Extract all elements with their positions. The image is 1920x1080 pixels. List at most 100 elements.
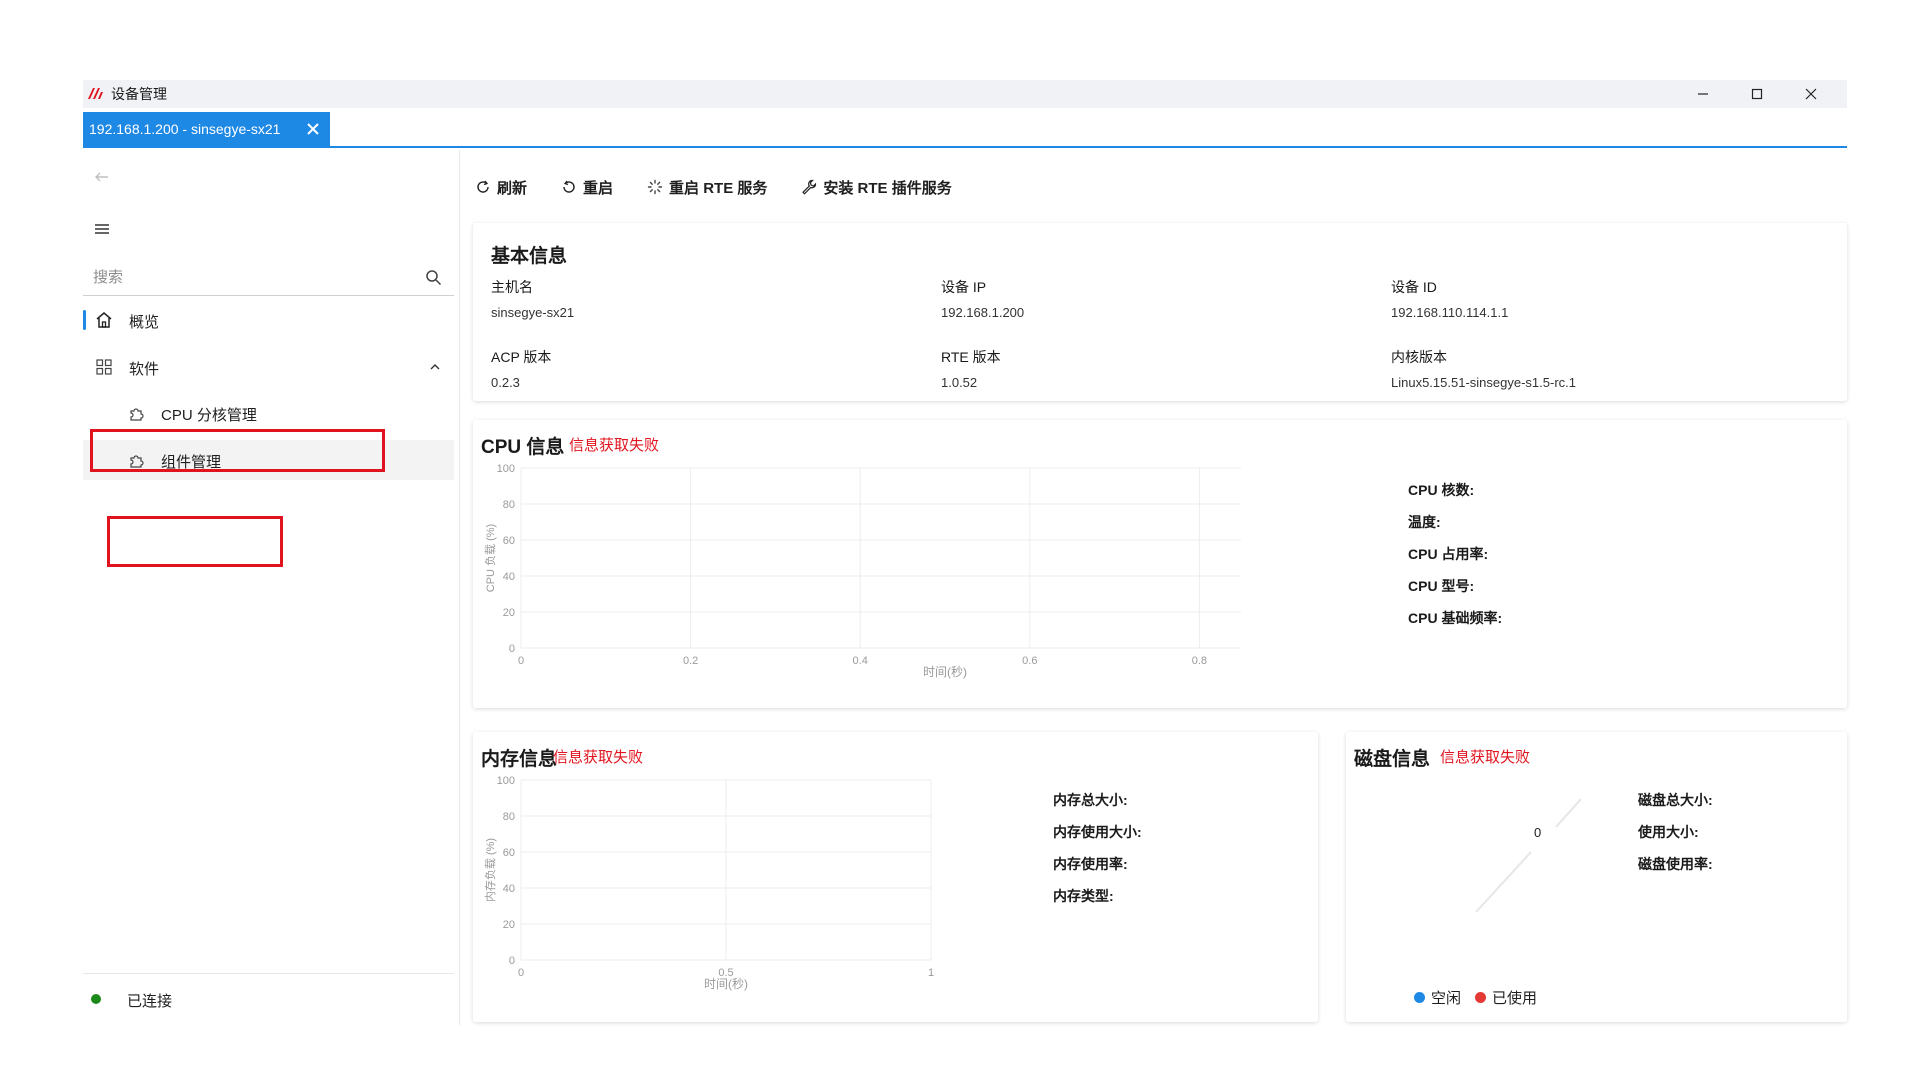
legend-dot-free	[1414, 992, 1425, 1003]
sidebar-item-software[interactable]: 软件	[83, 347, 454, 387]
sidebar-item-cpu-core-management[interactable]: CPU 分核管理	[83, 393, 454, 433]
disk-usage-rate-label: 磁盘使用率:	[1638, 856, 1713, 872]
install-rte-plugin-button[interactable]: 安装 RTE 插件服务	[801, 177, 952, 198]
disk-used-label: 使用大小:	[1638, 824, 1699, 840]
refresh-label: 刷新	[497, 179, 528, 197]
hostname-label: 主机名	[491, 279, 533, 295]
disk-pie-leader-line	[1475, 851, 1532, 913]
x-axis-label: 时间(秒)	[923, 665, 967, 679]
y-tick-label: 60	[503, 535, 515, 547]
search-box	[83, 260, 454, 296]
kernel-version-label: 内核版本	[1391, 349, 1447, 365]
device-ip-label: 设备 IP	[941, 279, 987, 295]
restart-button[interactable]: 重启	[561, 177, 613, 198]
memory-error-text: 信息获取失败	[553, 749, 644, 766]
cpu-usage-label: CPU 占用率:	[1408, 546, 1489, 562]
kernel-version-value: Linux5.15.51-sinsegye-s1.5-rc.1	[1391, 375, 1576, 390]
sidebar-item-overview[interactable]: 概览	[83, 300, 454, 340]
cpu-error-text: 信息获取失败	[569, 437, 660, 454]
memory-used-label: 内存使用大小:	[1053, 824, 1142, 840]
sidebar-item-label: CPU 分核管理	[161, 407, 257, 424]
x-axis-label: 时间(秒)	[704, 977, 748, 991]
restart-rte-button[interactable]: 重启 RTE 服务	[647, 177, 767, 198]
x-tick-label: 0	[518, 967, 524, 979]
minimize-button[interactable]	[1677, 80, 1729, 108]
tab-device[interactable]: 192.168.1.200 - sinsegye-sx21	[83, 112, 330, 146]
device-id-label: 设备 ID	[1391, 279, 1437, 295]
y-tick-label: 20	[503, 607, 515, 619]
app-window: 设备管理 192.168.1.200 - sinsegye-sx21 概览	[83, 80, 1847, 1025]
legend-label-used: 已使用	[1492, 990, 1538, 1007]
y-tick-label: 100	[497, 775, 515, 787]
acp-version-label: ACP 版本	[491, 349, 552, 365]
x-tick-label: 0.8	[1192, 655, 1207, 667]
home-icon	[96, 312, 112, 328]
x-tick-label: 1	[928, 967, 934, 979]
y-tick-label: 20	[503, 919, 515, 931]
disk-pie-center-value: 0	[1534, 825, 1541, 840]
x-tick-label: 0.6	[1022, 655, 1037, 667]
puzzle-icon	[130, 455, 144, 468]
sidebar-divider	[83, 973, 454, 974]
sidebar-item-label: 软件	[129, 361, 160, 378]
memory-info-title: 内存信息	[481, 749, 558, 770]
memory-usage-rate-label: 内存使用率:	[1053, 856, 1128, 872]
cpu-load-chart: 02040608010000.20.40.60.81时间(秒)CPU 负载 (%…	[483, 463, 1241, 679]
refresh-icon	[477, 180, 489, 193]
cpu-model-label: CPU 型号:	[1408, 578, 1475, 594]
close-icon	[1805, 88, 1817, 100]
cpu-cores-label: CPU 核数:	[1408, 482, 1475, 498]
restart-label: 重启	[583, 179, 614, 197]
disk-info-card: 磁盘信息 信息获取失败 0 磁盘总大小: 使用大小: 磁盘使用率: 空闲 已使用	[1346, 732, 1847, 1022]
hamburger-menu-icon[interactable]	[93, 220, 111, 238]
cpu-info-title: CPU 信息	[481, 437, 565, 458]
device-ip-value: 192.168.1.200	[941, 305, 1025, 320]
disk-error-text: 信息获取失败	[1440, 749, 1531, 766]
memory-info-card: 内存信息 信息获取失败 0 20 40 60 80 100 0 0.5 1 时间(秒) 内存负载 (…	[473, 732, 1318, 1022]
rte-version-value: 1.0.52	[941, 375, 978, 390]
x-tick-label: 0.4	[853, 655, 868, 667]
close-window-button[interactable]	[1785, 80, 1837, 108]
y-tick-label: 80	[503, 499, 515, 511]
wrench-icon	[802, 179, 817, 195]
disk-pie-chart: 0	[1475, 798, 1582, 913]
disk-info-title: 磁盘信息	[1354, 749, 1431, 770]
y-tick-label: 40	[503, 571, 515, 583]
cpu-base-frequency-label: CPU 基础频率:	[1408, 610, 1503, 626]
chevron-up-icon[interactable]	[428, 360, 442, 374]
basic-info-card: 基本信息 主机名 sinsegye-sx21 设备 IP 192.168.1.2…	[473, 223, 1847, 401]
hostname-value: sinsegye-sx21	[491, 305, 575, 320]
spinner-icon	[647, 179, 663, 195]
back-arrow-icon[interactable]	[93, 168, 111, 186]
search-input[interactable]	[83, 260, 413, 294]
highlight-box-component	[107, 516, 283, 567]
cpu-info-card: CPU 信息 信息获取失败 02040608010000.20.40.60.81…	[473, 420, 1847, 708]
sidebar-item-component-management[interactable]: 组件管理	[83, 440, 454, 480]
rte-version-label: RTE 版本	[941, 349, 1001, 365]
memory-total-label: 内存总大小:	[1053, 792, 1128, 808]
maximize-icon	[1751, 88, 1763, 100]
title-bar: 设备管理	[83, 80, 1847, 108]
y-tick-label: 0	[509, 643, 515, 655]
cpu-temperature-label: 温度:	[1408, 514, 1441, 530]
tab-label: 192.168.1.200 - sinsegye-sx21	[89, 121, 281, 137]
maximize-button[interactable]	[1731, 80, 1783, 108]
puzzle-icon	[130, 408, 144, 421]
disk-legend: 空闲 已使用	[1414, 987, 1537, 1008]
sidebar: 概览 软件 CPU 分核管理 组件管理 已连接	[83, 150, 460, 1025]
sidebar-item-label: 概览	[129, 314, 160, 331]
tab-close-icon[interactable]	[304, 120, 322, 138]
y-tick-label: 0	[509, 955, 515, 967]
toolbar: 刷新 重启 重启 RTE 服务 安装 RTE 插件服务	[475, 172, 986, 202]
tab-bar: 192.168.1.200 - sinsegye-sx21	[83, 110, 1847, 148]
device-id-value: 192.168.110.114.1.1	[1391, 305, 1509, 320]
app-logo-icon	[88, 88, 103, 99]
basic-info-title: 基本信息	[491, 246, 568, 267]
search-icon[interactable]	[425, 269, 442, 286]
acp-version-value: 0.2.3	[491, 375, 520, 390]
memory-type-label: 内存类型:	[1053, 888, 1114, 904]
y-tick-label: 40	[503, 883, 515, 895]
minimize-icon	[1698, 93, 1708, 95]
install-rte-label: 安装 RTE 插件服务	[823, 179, 952, 197]
refresh-button[interactable]: 刷新	[475, 177, 527, 198]
